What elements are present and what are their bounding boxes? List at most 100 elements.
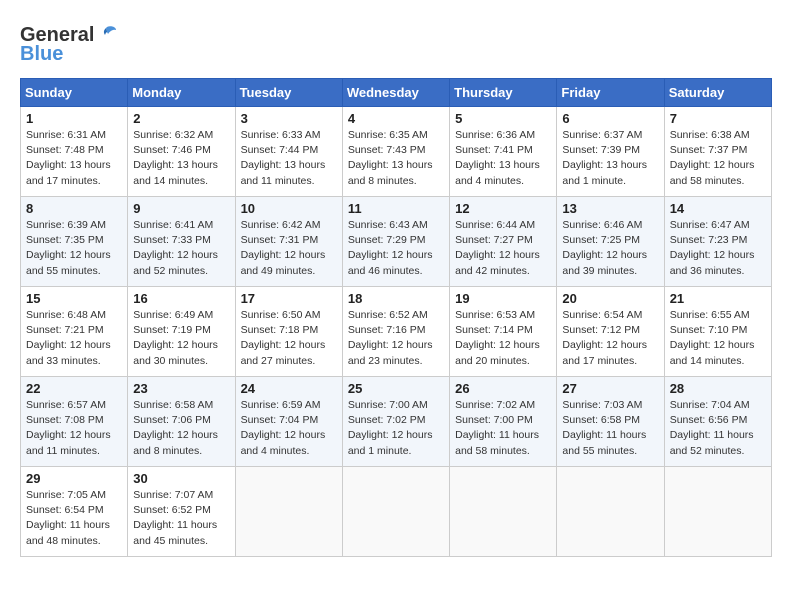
calendar-day-cell: 19 Sunrise: 6:53 AMSunset: 7:14 PMDayligh… bbox=[450, 287, 557, 377]
day-info: Sunrise: 7:07 AMSunset: 6:52 PMDaylight:… bbox=[133, 488, 229, 549]
day-info: Sunrise: 6:36 AMSunset: 7:41 PMDaylight:… bbox=[455, 128, 551, 189]
day-number: 23 bbox=[133, 381, 229, 396]
weekday-header-cell: Thursday bbox=[450, 79, 557, 107]
day-info: Sunrise: 6:37 AMSunset: 7:39 PMDaylight:… bbox=[562, 128, 658, 189]
day-info: Sunrise: 6:42 AMSunset: 7:31 PMDaylight:… bbox=[241, 218, 337, 279]
day-number: 25 bbox=[348, 381, 444, 396]
day-info: Sunrise: 6:43 AMSunset: 7:29 PMDaylight:… bbox=[348, 218, 444, 279]
calendar-week-row: 8 Sunrise: 6:39 AMSunset: 7:35 PMDaylight… bbox=[21, 197, 772, 287]
calendar-day-cell: 10 Sunrise: 6:42 AMSunset: 7:31 PMDayligh… bbox=[235, 197, 342, 287]
day-info: Sunrise: 6:47 AMSunset: 7:23 PMDaylight:… bbox=[670, 218, 766, 279]
calendar-day-cell: 21Sunrise: 6:55 AMSunset: 7:10 PMDayligh… bbox=[664, 287, 771, 377]
calendar-day-cell: 27Sunrise: 7:03 AMSunset: 6:58 PMDayligh… bbox=[557, 377, 664, 467]
calendar-day-cell: 9Sunrise: 6:41 AMSunset: 7:33 PMDaylight… bbox=[128, 197, 235, 287]
weekday-header-cell: Tuesday bbox=[235, 79, 342, 107]
calendar-day-cell bbox=[450, 467, 557, 557]
day-number: 4 bbox=[348, 111, 444, 126]
day-info: Sunrise: 6:57 AMSunset: 7:08 PMDaylight:… bbox=[26, 398, 122, 459]
day-number: 13 bbox=[562, 201, 658, 216]
day-info: Sunrise: 6:33 AMSunset: 7:44 PMDaylight:… bbox=[241, 128, 337, 189]
calendar-day-cell: 22 Sunrise: 6:57 AMSunset: 7:08 PMDayligh… bbox=[21, 377, 128, 467]
day-number: 30 bbox=[133, 471, 229, 486]
day-info: Sunrise: 6:58 AMSunset: 7:06 PMDaylight:… bbox=[133, 398, 229, 459]
day-number: 26 bbox=[455, 381, 551, 396]
day-number: 9 bbox=[133, 201, 229, 216]
calendar-day-cell: 8 Sunrise: 6:39 AMSunset: 7:35 PMDaylight… bbox=[21, 197, 128, 287]
weekday-header-cell: Wednesday bbox=[342, 79, 449, 107]
logo-blue-label: Blue bbox=[20, 43, 63, 65]
day-number: 15 bbox=[26, 291, 122, 306]
day-number: 20 bbox=[562, 291, 658, 306]
calendar-day-cell bbox=[235, 467, 342, 557]
logo-container: General Blue bbox=[20, 20, 118, 66]
day-number: 8 bbox=[26, 201, 122, 216]
calendar-day-cell: 24 Sunrise: 6:59 AMSunset: 7:04 PMDayligh… bbox=[235, 377, 342, 467]
day-info: Sunrise: 6:39 AMSunset: 7:35 PMDaylight:… bbox=[26, 218, 122, 279]
day-info: Sunrise: 6:35 AMSunset: 7:43 PMDaylight:… bbox=[348, 128, 444, 189]
calendar-day-cell: 23 Sunrise: 6:58 AMSunset: 7:06 PMDayligh… bbox=[128, 377, 235, 467]
day-info: Sunrise: 7:04 AMSunset: 6:56 PMDaylight:… bbox=[670, 398, 766, 459]
day-info: Sunrise: 6:38 AMSunset: 7:37 PMDaylight:… bbox=[670, 128, 766, 189]
calendar-table: SundayMondayTuesdayWednesdayThursdayFrid… bbox=[20, 78, 772, 557]
calendar-week-row: 29Sunrise: 7:05 AMSunset: 6:54 PMDayligh… bbox=[21, 467, 772, 557]
calendar-day-cell: 4 Sunrise: 6:35 AMSunset: 7:43 PMDaylight… bbox=[342, 107, 449, 197]
day-info: Sunrise: 6:31 AMSunset: 7:48 PMDaylight:… bbox=[26, 128, 122, 189]
day-number: 18 bbox=[348, 291, 444, 306]
calendar-body: 1 Sunrise: 6:31 AMSunset: 7:48 PMDaylight… bbox=[21, 107, 772, 557]
day-number: 17 bbox=[241, 291, 337, 306]
calendar-day-cell: 20 Sunrise: 6:54 AMSunset: 7:12 PMDayligh… bbox=[557, 287, 664, 377]
day-number: 27 bbox=[562, 381, 658, 396]
calendar-day-cell: 26 Sunrise: 7:02 AMSunset: 7:00 PMDayligh… bbox=[450, 377, 557, 467]
day-info: Sunrise: 6:53 AMSunset: 7:14 PMDaylight:… bbox=[455, 308, 551, 369]
page-header: General Blue bbox=[20, 20, 772, 66]
calendar-day-cell: 16 Sunrise: 6:49 AMSunset: 7:19 PMDayligh… bbox=[128, 287, 235, 377]
calendar-week-row: 15 Sunrise: 6:48 AMSunset: 7:21 PMDayligh… bbox=[21, 287, 772, 377]
weekday-header-row: SundayMondayTuesdayWednesdayThursdayFrid… bbox=[21, 79, 772, 107]
weekday-header-cell: Sunday bbox=[21, 79, 128, 107]
weekday-header-cell: Saturday bbox=[664, 79, 771, 107]
day-number: 24 bbox=[241, 381, 337, 396]
weekday-header-cell: Friday bbox=[557, 79, 664, 107]
calendar-day-cell: 5 Sunrise: 6:36 AMSunset: 7:41 PMDaylight… bbox=[450, 107, 557, 197]
calendar-day-cell: 17 Sunrise: 6:50 AMSunset: 7:18 PMDayligh… bbox=[235, 287, 342, 377]
day-info: Sunrise: 6:32 AMSunset: 7:46 PMDaylight:… bbox=[133, 128, 229, 189]
day-info: Sunrise: 6:59 AMSunset: 7:04 PMDaylight:… bbox=[241, 398, 337, 459]
day-number: 7 bbox=[670, 111, 766, 126]
calendar-day-cell: 29Sunrise: 7:05 AMSunset: 6:54 PMDayligh… bbox=[21, 467, 128, 557]
calendar-day-cell: 25Sunrise: 7:00 AMSunset: 7:02 PMDayligh… bbox=[342, 377, 449, 467]
day-number: 10 bbox=[241, 201, 337, 216]
calendar-day-cell: 28 Sunrise: 7:04 AMSunset: 6:56 PMDayligh… bbox=[664, 377, 771, 467]
day-info: Sunrise: 6:50 AMSunset: 7:18 PMDaylight:… bbox=[241, 308, 337, 369]
day-info: Sunrise: 6:49 AMSunset: 7:19 PMDaylight:… bbox=[133, 308, 229, 369]
day-number: 19 bbox=[455, 291, 551, 306]
calendar-day-cell: 18Sunrise: 6:52 AMSunset: 7:16 PMDayligh… bbox=[342, 287, 449, 377]
day-number: 28 bbox=[670, 381, 766, 396]
day-number: 14 bbox=[670, 201, 766, 216]
day-number: 22 bbox=[26, 381, 122, 396]
day-info: Sunrise: 6:48 AMSunset: 7:21 PMDaylight:… bbox=[26, 308, 122, 369]
day-info: Sunrise: 7:02 AMSunset: 7:00 PMDaylight:… bbox=[455, 398, 551, 459]
calendar-day-cell: 14 Sunrise: 6:47 AMSunset: 7:23 PMDayligh… bbox=[664, 197, 771, 287]
logo-bird-svg bbox=[95, 25, 117, 43]
calendar-day-cell bbox=[557, 467, 664, 557]
calendar-day-cell: 3Sunrise: 6:33 AMSunset: 7:44 PMDaylight… bbox=[235, 107, 342, 197]
day-info: Sunrise: 6:46 AMSunset: 7:25 PMDaylight:… bbox=[562, 218, 658, 279]
calendar-day-cell: 1 Sunrise: 6:31 AMSunset: 7:48 PMDaylight… bbox=[21, 107, 128, 197]
calendar-day-cell: 2Sunrise: 6:32 AMSunset: 7:46 PMDaylight… bbox=[128, 107, 235, 197]
day-info: Sunrise: 6:44 AMSunset: 7:27 PMDaylight:… bbox=[455, 218, 551, 279]
calendar-day-cell: 11 Sunrise: 6:43 AMSunset: 7:29 PMDayligh… bbox=[342, 197, 449, 287]
day-number: 6 bbox=[562, 111, 658, 126]
day-number: 5 bbox=[455, 111, 551, 126]
calendar-day-cell: 15 Sunrise: 6:48 AMSunset: 7:21 PMDayligh… bbox=[21, 287, 128, 377]
calendar-day-cell bbox=[342, 467, 449, 557]
day-number: 16 bbox=[133, 291, 229, 306]
day-number: 1 bbox=[26, 111, 122, 126]
weekday-header-cell: Monday bbox=[128, 79, 235, 107]
day-info: Sunrise: 6:54 AMSunset: 7:12 PMDaylight:… bbox=[562, 308, 658, 369]
calendar-day-cell: 6 Sunrise: 6:37 AMSunset: 7:39 PMDaylight… bbox=[557, 107, 664, 197]
logo-blue-row: Blue bbox=[20, 43, 63, 66]
day-number: 12 bbox=[455, 201, 551, 216]
day-number: 11 bbox=[348, 201, 444, 216]
day-number: 29 bbox=[26, 471, 122, 486]
calendar-week-row: 1 Sunrise: 6:31 AMSunset: 7:48 PMDaylight… bbox=[21, 107, 772, 197]
